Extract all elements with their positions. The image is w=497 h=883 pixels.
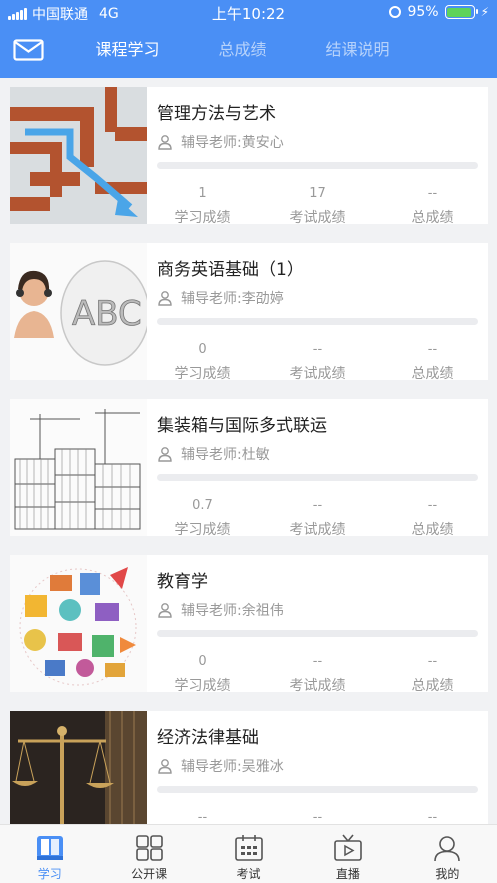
tabbar-item-mine[interactable]: 我的	[398, 825, 497, 883]
study-score-label: 学习成绩	[174, 522, 231, 538]
education-icons-image	[10, 555, 147, 692]
tabbar-item-live[interactable]: 直播	[298, 825, 397, 883]
top-tabs: 课程学习 总成绩 结课说明	[70, 34, 415, 66]
battery-icon	[444, 5, 478, 19]
course-card[interactable]: 集装箱与国际多式联运 辅导老师:杜敏 0.7 学习成绩 -- 考试成绩 -- 总成绩	[10, 399, 488, 538]
maze-image	[10, 87, 147, 224]
person-icon	[158, 447, 172, 462]
total-score: --	[427, 654, 438, 669]
alarm-icon	[389, 6, 402, 18]
total-score-label: 总成绩	[411, 210, 454, 226]
course-title: 教育学	[157, 572, 208, 592]
teacher-row: 辅导老师:李劭婷	[157, 288, 478, 308]
study-score-label: 学习成绩	[174, 366, 231, 382]
svg-text:ABC: ABC	[72, 294, 142, 334]
tabbar-item-open-course[interactable]: 公开课	[99, 825, 198, 883]
abc-education-image: ABC	[10, 243, 147, 380]
progress-bar	[157, 786, 478, 793]
teacher-row: 辅导老师:黄安心	[157, 132, 478, 152]
course-title: 商务英语基础（1）	[157, 260, 304, 280]
tv-icon	[334, 834, 362, 861]
tabbar-label: 考试	[236, 867, 261, 881]
scales-image	[10, 711, 147, 824]
exam-score: --	[312, 810, 323, 824]
teacher-name: 辅导老师:杜敏	[181, 447, 270, 463]
course-title: 经济法律基础	[157, 728, 259, 748]
progress-bar	[157, 474, 478, 481]
total-score: --	[427, 498, 438, 513]
grid-icon	[136, 835, 163, 861]
calendar-icon	[234, 835, 263, 861]
person-icon	[158, 291, 172, 306]
teacher-name: 辅导老师:李劭婷	[181, 291, 284, 307]
exam-score: --	[312, 342, 323, 357]
exam-score-label: 考试成绩	[289, 366, 346, 382]
total-score-label: 总成绩	[411, 678, 454, 694]
course-list[interactable]: 管理方法与艺术 辅导老师:黄安心 1 学习成绩 17 考试成绩 -- 总成绩 ABC	[0, 78, 497, 824]
teacher-name: 辅导老师:吴雅冰	[181, 759, 284, 775]
course-card[interactable]: 教育学 辅导老师:余祖伟 0 学习成绩 -- 考试成绩 -- 总成绩	[10, 555, 488, 694]
header: 中国联通 4G 上午10:22 95% ⚡ 课程学习 总成绩 结课说明	[0, 0, 497, 78]
exam-score: 17	[309, 186, 326, 201]
progress-bar	[157, 162, 478, 169]
study-score: --	[197, 810, 208, 824]
total-score: --	[427, 342, 438, 357]
course-card[interactable]: 经济法律基础 辅导老师:吴雅冰 --学习成绩 --考试成绩 --总成绩	[10, 711, 488, 824]
exam-score: --	[312, 654, 323, 669]
total-score: --	[427, 186, 438, 201]
book-icon	[36, 836, 63, 860]
user-icon	[434, 836, 461, 862]
course-card[interactable]: ABC 商务英语基础（1） 辅导老师:李劭婷 0 学习成绩 -- 考试成绩 -- 总成…	[10, 243, 488, 382]
tab-course-completion-info[interactable]: 结课说明	[300, 34, 415, 66]
battery-percent: 95%	[407, 4, 439, 20]
study-score: 0.7	[192, 498, 213, 513]
containers-image	[10, 399, 147, 536]
tabbar-item-study[interactable]: 学习	[0, 825, 99, 883]
tab-total-score[interactable]: 总成绩	[185, 34, 300, 66]
teacher-name: 辅导老师:黄安心	[181, 135, 284, 151]
exam-score: --	[312, 498, 323, 513]
tabbar-label: 我的	[435, 867, 460, 881]
tabbar-label: 学习	[37, 867, 62, 881]
total-score: --	[427, 810, 438, 824]
teacher-row: 辅导老师:杜敏	[157, 444, 478, 464]
person-icon	[158, 135, 172, 150]
teacher-name: 辅导老师:余祖伟	[181, 603, 284, 619]
person-icon	[158, 759, 172, 774]
exam-score-label: 考试成绩	[289, 522, 346, 538]
tabbar-label: 公开课	[131, 867, 168, 881]
mail-icon[interactable]	[13, 39, 44, 61]
teacher-row: 辅导老师:吴雅冰	[157, 756, 478, 776]
course-card[interactable]: 管理方法与艺术 辅导老师:黄安心 1 学习成绩 17 考试成绩 -- 总成绩	[10, 87, 488, 226]
study-score: 1	[198, 186, 207, 201]
tabbar-label: 直播	[335, 867, 360, 881]
course-title: 管理方法与艺术	[157, 104, 276, 124]
study-score-label: 学习成绩	[174, 210, 231, 226]
exam-score-label: 考试成绩	[289, 678, 346, 694]
exam-score-label: 考试成绩	[289, 210, 346, 226]
teacher-row: 辅导老师:余祖伟	[157, 600, 478, 620]
status-bar: 中国联通 4G 上午10:22 95% ⚡	[0, 0, 497, 26]
total-score-label: 总成绩	[411, 522, 454, 538]
tab-course-study[interactable]: 课程学习	[70, 34, 185, 66]
progress-bar	[157, 630, 478, 637]
study-score: 0	[198, 342, 207, 357]
course-title: 集装箱与国际多式联运	[157, 416, 327, 436]
progress-bar	[157, 318, 478, 325]
tabbar-item-exam[interactable]: 考试	[199, 825, 298, 883]
person-icon	[158, 603, 172, 618]
study-score: 0	[198, 654, 207, 669]
bottom-tab-bar: 学习 公开课 考试 直播 我的	[0, 824, 497, 883]
charging-icon: ⚡	[480, 5, 489, 19]
total-score-label: 总成绩	[411, 366, 454, 382]
study-score-label: 学习成绩	[174, 678, 231, 694]
